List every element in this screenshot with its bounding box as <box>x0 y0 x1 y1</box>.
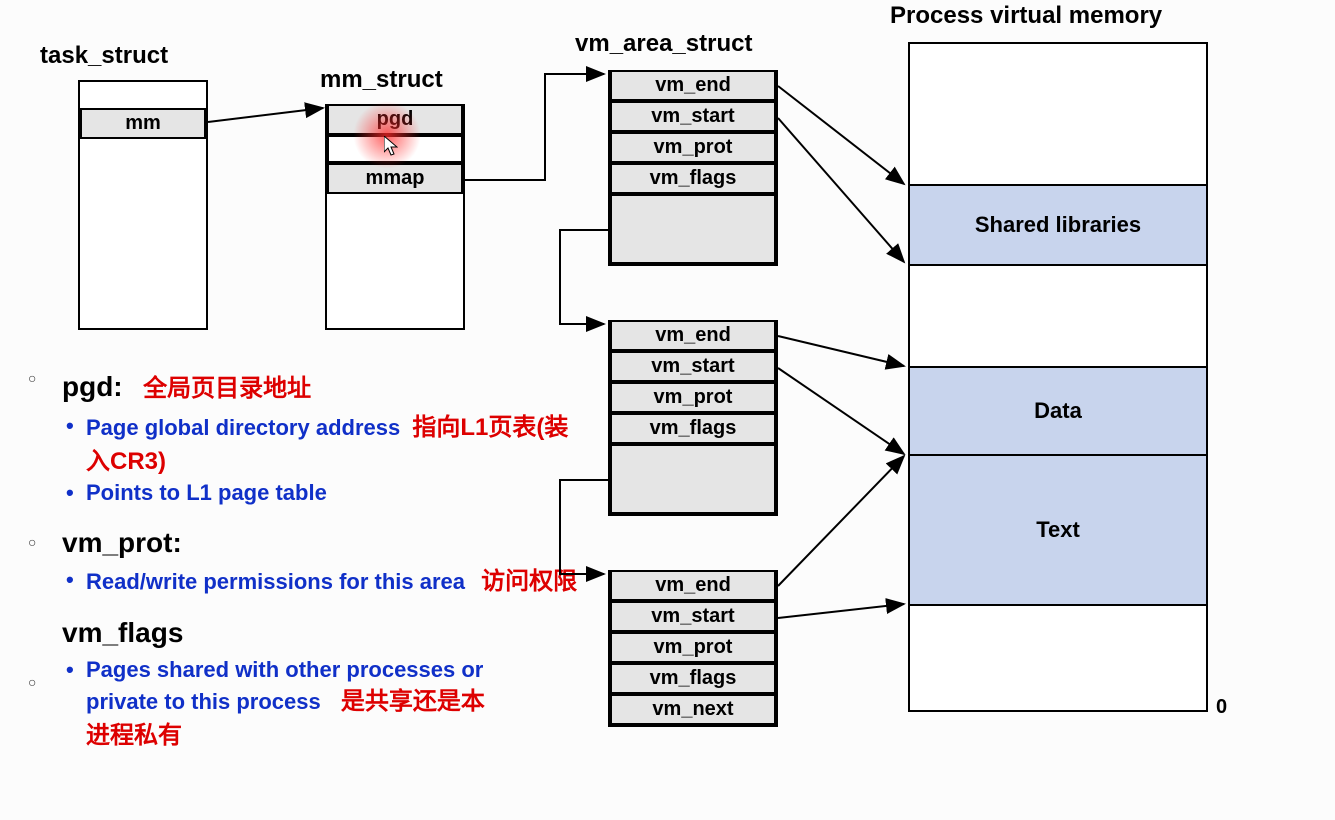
vma1-vm-start: vm_start <box>610 101 776 132</box>
vma2-vm-flags: vm_flags <box>610 413 776 444</box>
pgd-heading: pgd: <box>62 371 123 402</box>
task-struct-label: task_struct <box>40 42 168 70</box>
mem-shared-libraries: Shared libraries <box>910 184 1206 266</box>
vma1-vm-flags: vm_flags <box>610 163 776 194</box>
vmprot-heading: vm_prot: <box>62 527 582 559</box>
notes-block: pgd: 全局页目录地址 Page global directory addre… <box>62 368 582 753</box>
vma3-vm-flags: vm_flags <box>610 663 776 694</box>
vma2-vm-end: vm_end <box>610 322 776 351</box>
bullet-circle-1: ○ <box>28 370 36 386</box>
mem-text: Text <box>910 456 1206 606</box>
mem-data: Data <box>910 366 1206 456</box>
vma2-vm-prot: vm_prot <box>610 382 776 413</box>
task-struct-box: mm <box>78 80 208 330</box>
pgd-red-1: 全局页目录地址 <box>143 375 311 402</box>
vma1-vm-end: vm_end <box>610 72 776 101</box>
vmflags-bullet-1: Pages shared with other processes or pri… <box>62 655 492 753</box>
mm-struct-field-mmap: mmap <box>327 163 463 194</box>
bullet-circle-2: ○ <box>28 534 36 550</box>
vmprot-red: 访问权限 <box>481 568 577 595</box>
vma3-vm-end: vm_end <box>610 572 776 601</box>
vma1-vm-prot: vm_prot <box>610 132 776 163</box>
task-struct-field-mm: mm <box>80 108 206 139</box>
bullet-circle-3: ○ <box>28 674 36 690</box>
vma2-vm-start: vm_start <box>610 351 776 382</box>
vm-area-box-2: vm_end vm_start vm_prot vm_flags <box>608 320 778 516</box>
vma3-vm-prot: vm_prot <box>610 632 776 663</box>
mm-struct-box: pgd mmap <box>325 104 465 330</box>
vmprot-bullet-1: Read/write permissions for this area 访问权… <box>62 565 582 599</box>
mm-struct-field-pgd: pgd <box>327 106 463 135</box>
mm-struct-label: mm_struct <box>320 66 443 94</box>
pgd-bullet-1: Page global directory address 指向L1页表(装入C… <box>62 411 582 478</box>
vm-area-box-3: vm_end vm_start vm_prot vm_flags vm_next <box>608 570 778 727</box>
vmflags-heading: vm_flags <box>62 617 582 649</box>
process-virtual-memory-title: Process virtual memory <box>890 2 1162 30</box>
vma3-vm-next: vm_next <box>610 694 776 725</box>
pgd-bullet-2: Points to L1 page table <box>62 478 582 509</box>
vm-area-struct-label: vm_area_struct <box>575 30 752 58</box>
mem-zero-label: 0 <box>1216 696 1227 719</box>
vma3-vm-start: vm_start <box>610 601 776 632</box>
vm-area-box-1: vm_end vm_start vm_prot vm_flags <box>608 70 778 266</box>
memory-column: Shared libraries Data Text <box>908 42 1208 712</box>
